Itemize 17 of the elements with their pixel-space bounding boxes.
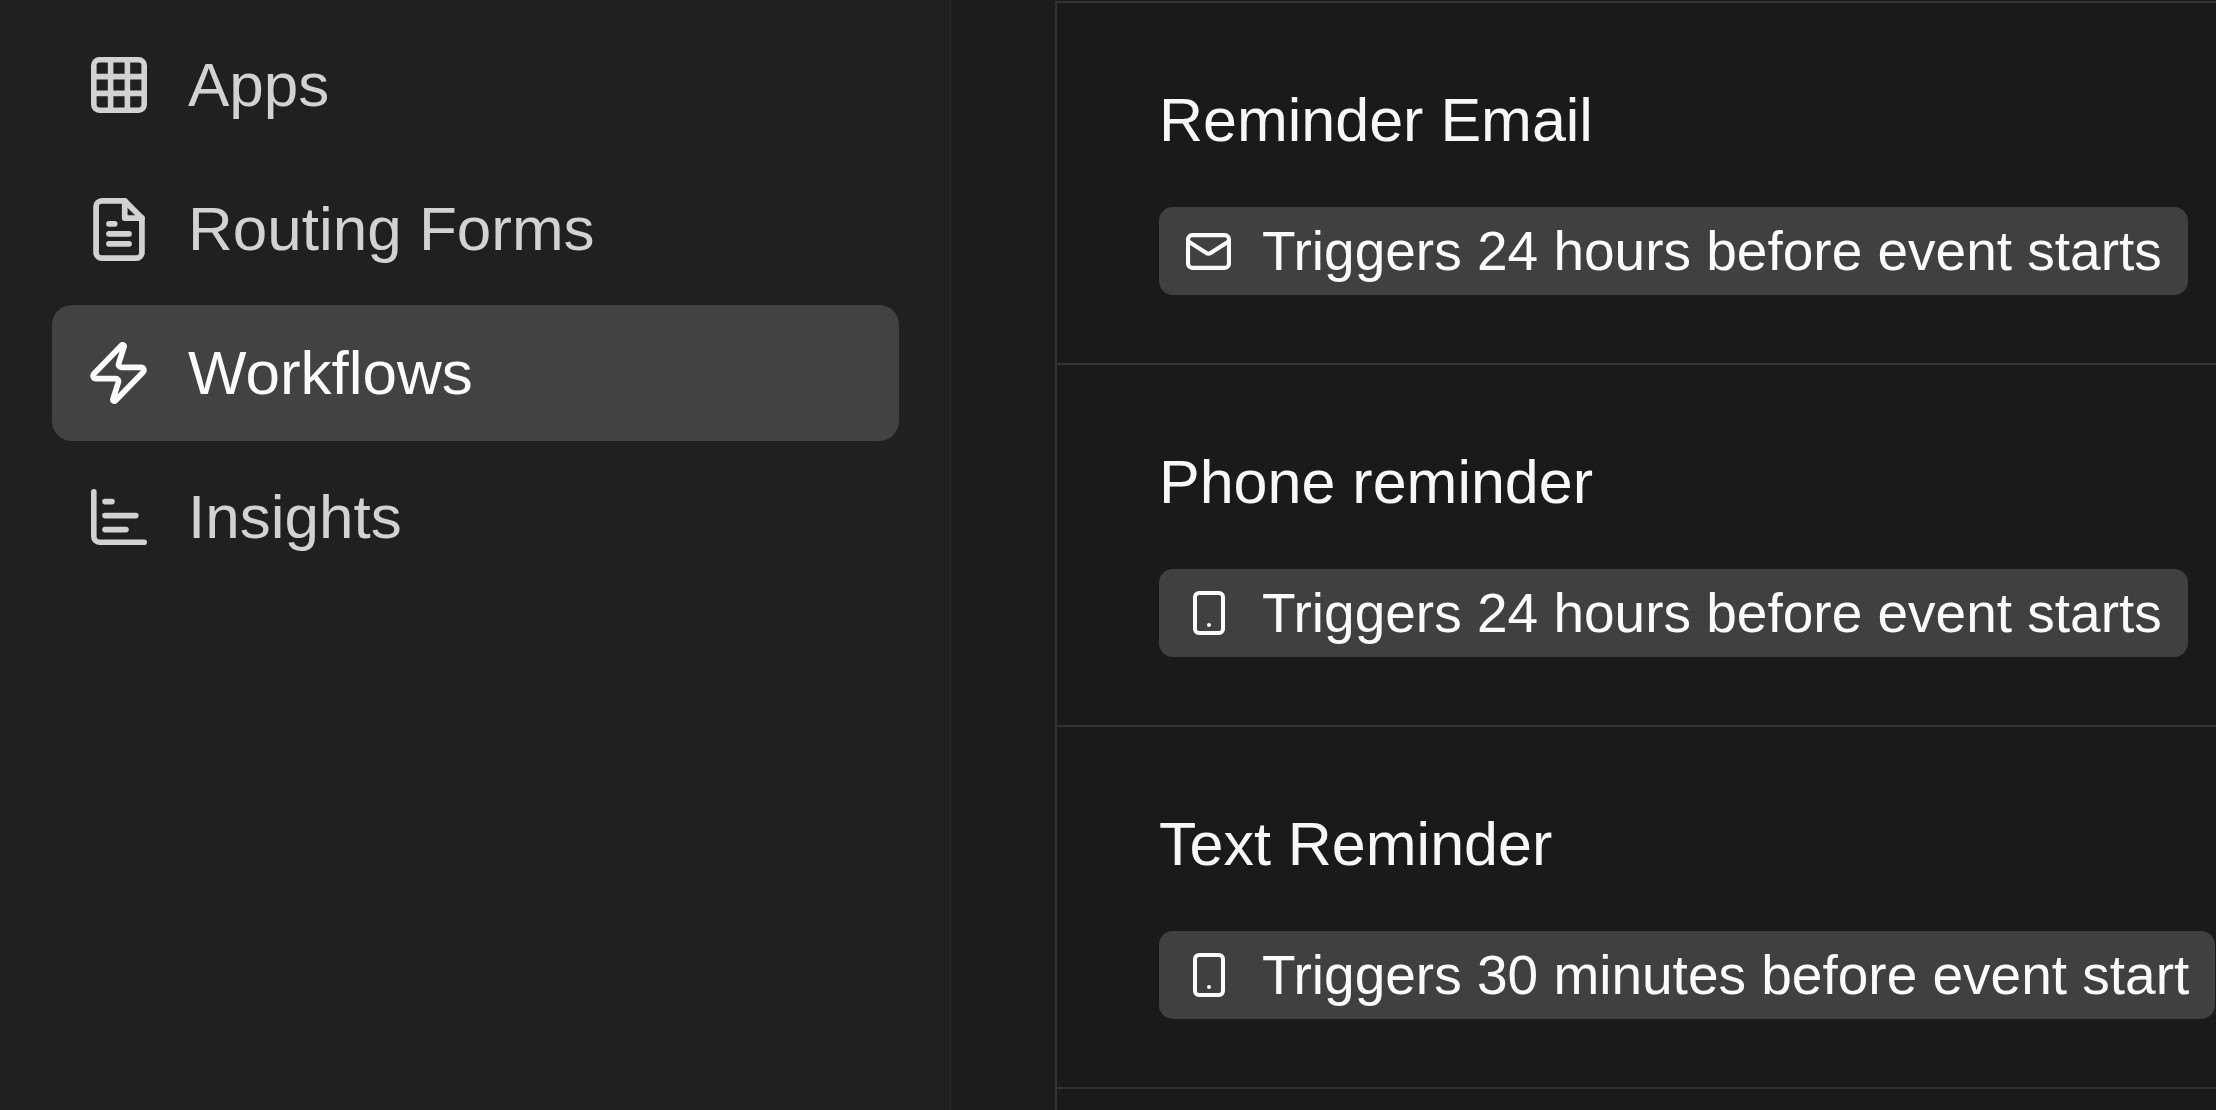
workflow-title: Reminder Email — [1159, 85, 1593, 156]
sidebar-item[interactable]: Apps — [52, 17, 899, 153]
bar-chart-icon — [90, 489, 147, 545]
workflow-title: Phone reminder — [1159, 447, 1594, 518]
phone-icon — [1192, 591, 1225, 635]
workflow-title: Text Reminder — [1159, 809, 1553, 880]
sidebar-item[interactable]: Routing Forms — [52, 161, 899, 297]
lightning-icon — [90, 342, 147, 404]
document-icon — [92, 197, 145, 261]
trigger-text: Triggers 24 hours before event starts — [1262, 219, 2162, 284]
phone-icon — [1192, 953, 1225, 997]
trigger-text: Triggers 30 minutes before event start — [1262, 943, 2190, 1008]
sidebar-item[interactable]: Insights — [52, 449, 899, 585]
grid-icon — [90, 57, 147, 113]
trigger-text: Triggers 24 hours before event starts — [1262, 581, 2162, 646]
envelope-icon — [1186, 232, 1231, 270]
sidebar-item[interactable]: Workflows — [52, 305, 899, 441]
